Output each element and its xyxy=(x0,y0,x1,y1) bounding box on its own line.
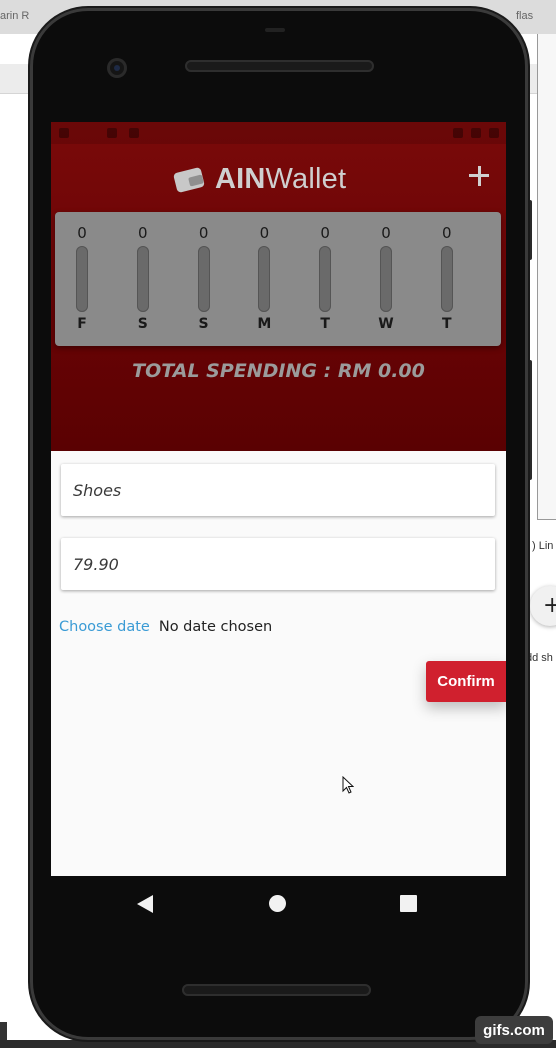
phone-top-notch xyxy=(265,28,285,32)
chart-day-label: T xyxy=(320,316,330,332)
chart-day-column: 0M xyxy=(249,212,279,346)
chart-day-bar xyxy=(197,246,210,312)
desktop-tab-right-text: flas xyxy=(516,10,534,22)
chart-day-amount: 0 xyxy=(320,224,330,242)
chart-day-amount: 0 xyxy=(381,224,391,242)
choose-date-button[interactable]: Choose date xyxy=(59,619,150,635)
amount-field[interactable] xyxy=(61,538,495,590)
wifi-icon xyxy=(453,128,463,138)
amount-input[interactable] xyxy=(61,538,495,590)
chart-day-column: 0S xyxy=(128,212,158,346)
chart-day-amount: 0 xyxy=(198,224,209,242)
nav-back-icon[interactable] xyxy=(137,895,153,913)
chart-day-amount: 0 xyxy=(77,224,87,242)
app-name-bold: AIN xyxy=(215,162,266,195)
chart-day-amount: 0 xyxy=(442,224,452,242)
chart-day-column: 0T xyxy=(310,212,340,346)
date-row: Choose date No date chosen xyxy=(59,619,272,635)
desktop-taskbar xyxy=(0,1040,556,1048)
chart-day-label: W xyxy=(378,316,394,332)
chart-day-column: 0S xyxy=(189,212,219,346)
status-bar xyxy=(51,122,506,144)
chart-day-amount: 0 xyxy=(259,224,270,242)
desktop-corner-block xyxy=(0,1022,7,1040)
app-name: AINWallet xyxy=(215,163,346,196)
chart-day-bar xyxy=(258,246,271,312)
nav-recents-icon[interactable] xyxy=(400,895,417,912)
chart-day-bar xyxy=(76,246,88,312)
status-icon xyxy=(129,128,139,138)
total-spending: TOTAL SPENDING : RM 0.00 xyxy=(132,360,425,382)
wallet-icon xyxy=(172,166,206,194)
date-status: No date chosen xyxy=(158,619,273,635)
chart-day-bar xyxy=(319,246,332,312)
chart-day-column: 0F xyxy=(67,212,97,346)
chart-day-amount: 0 xyxy=(138,224,148,242)
chart-day-bar xyxy=(136,246,149,312)
phone-bottom-speaker xyxy=(182,984,371,996)
app-name-light: Wallet xyxy=(265,162,347,195)
chart-day-label: M xyxy=(257,316,272,332)
nav-home-icon[interactable] xyxy=(269,895,286,912)
title-input[interactable] xyxy=(61,464,495,516)
title-field[interactable] xyxy=(61,464,495,516)
app-title: AINWallet xyxy=(172,160,346,198)
chart-day-label: F xyxy=(77,316,87,332)
desktop-tab-left-text: arin R xyxy=(0,10,30,22)
chart-day-bar xyxy=(440,246,453,312)
phone-earpiece-speaker xyxy=(185,60,374,72)
chart-day-label: S xyxy=(137,316,148,332)
phone-camera xyxy=(107,58,127,78)
watermark: gifs.com xyxy=(475,1016,553,1044)
confirm-button[interactable]: Confirm xyxy=(426,661,506,702)
desktop-side-panel xyxy=(537,34,556,520)
desktop-side-text-2: dd sh xyxy=(526,652,553,664)
chart-day-column: 0W xyxy=(371,212,401,346)
chart-day-bar xyxy=(380,246,392,312)
status-icon xyxy=(107,128,117,138)
weekly-chart: 0F0S0S0M0T0W0T xyxy=(55,212,501,346)
signal-icon xyxy=(471,128,481,138)
add-transaction-icon[interactable] xyxy=(465,162,493,190)
status-icon xyxy=(59,128,69,138)
app-screen: AINWallet 0F0S0S0M0T0W0T TOTAL SPENDING … xyxy=(51,122,506,876)
app-header: AINWallet 0F0S0S0M0T0W0T TOTAL SPENDING … xyxy=(51,122,506,451)
chart-day-label: T xyxy=(442,316,452,332)
mouse-cursor-icon xyxy=(342,776,354,794)
desktop-add-button[interactable]: + xyxy=(530,586,556,626)
desktop-side-text-1: ) Lin xyxy=(532,540,554,552)
chart-day-label: S xyxy=(198,316,209,332)
chart-day-column: 0T xyxy=(432,212,462,346)
battery-icon xyxy=(489,128,499,138)
